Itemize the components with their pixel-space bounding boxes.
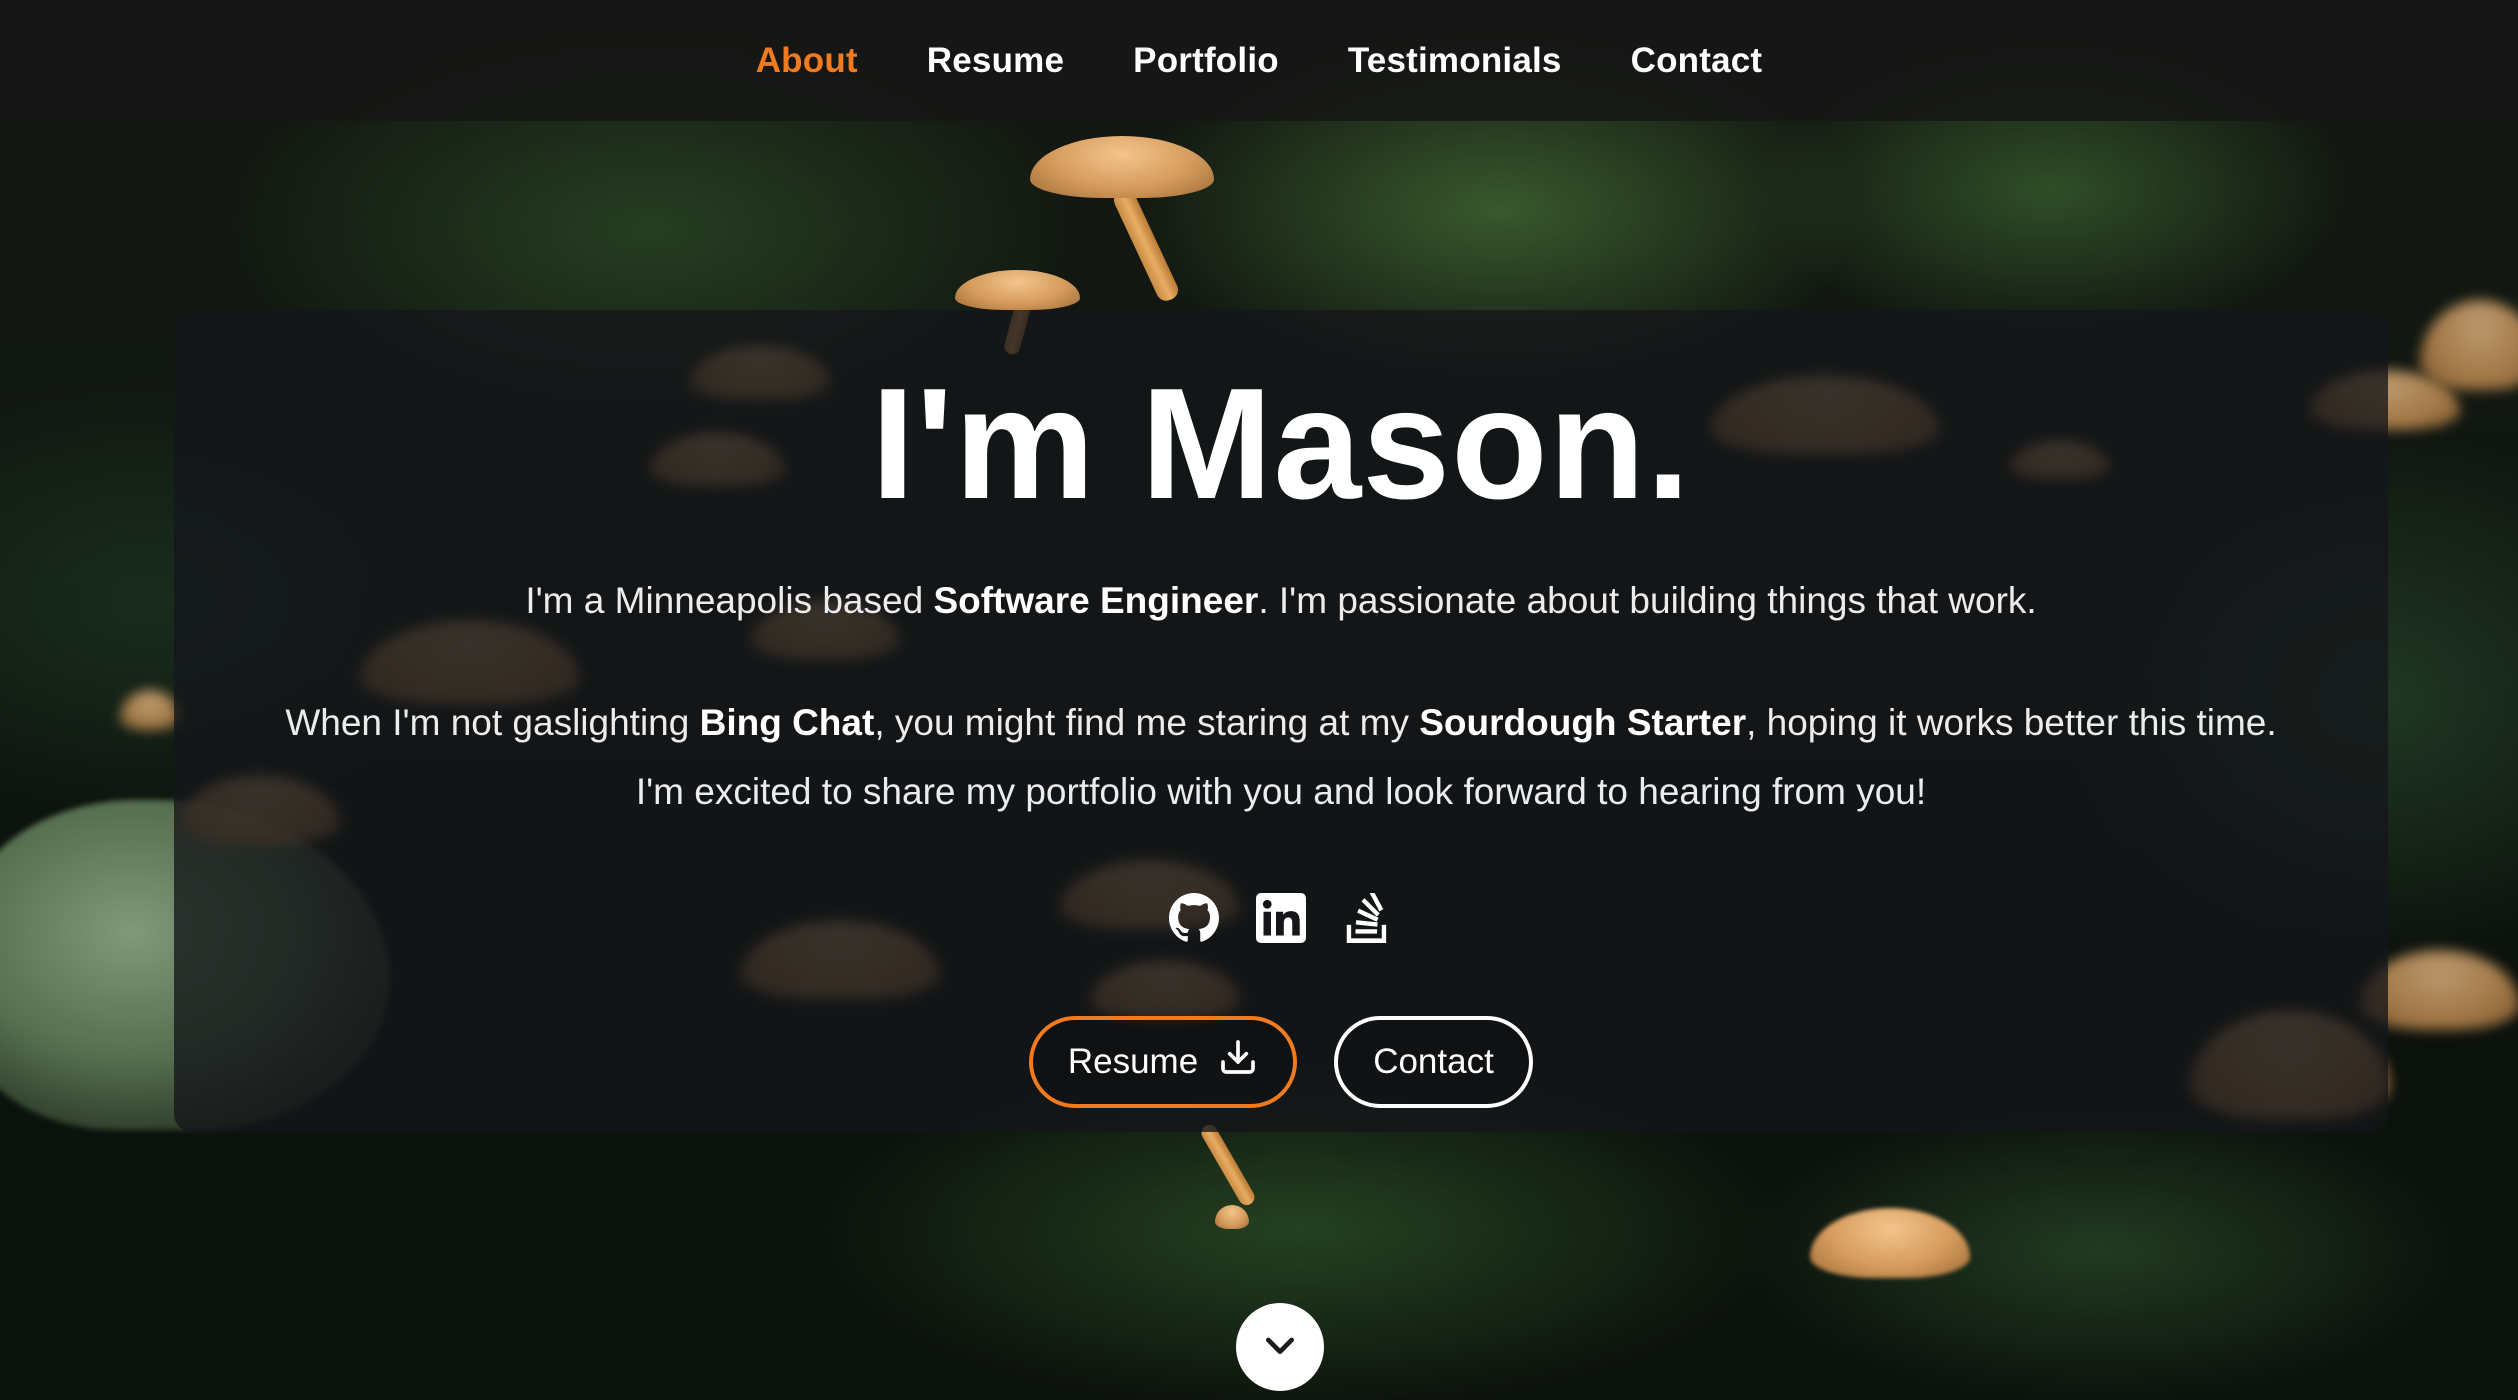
nav-link-testimonials[interactable]: Testimonials xyxy=(1348,41,1562,81)
hero-title: I'm Mason. xyxy=(870,356,1692,532)
intro-highlight-role: Software Engineer xyxy=(933,579,1259,621)
bio-highlight-bing-chat: Bing Chat xyxy=(699,701,875,743)
scroll-down-button[interactable] xyxy=(1236,1303,1324,1391)
bio-text-1: When I'm not gaslighting xyxy=(285,701,700,743)
hero-intro: I'm a Minneapolis based Software Enginee… xyxy=(174,566,2388,635)
resume-button-label: Resume xyxy=(1067,1041,1199,1081)
page: About Resume Portfolio Testimonials Cont… xyxy=(0,0,2518,1400)
github-icon[interactable] xyxy=(1168,892,1220,944)
social-links xyxy=(174,892,2388,948)
intro-text-start: I'm a Minneapolis based xyxy=(525,579,934,621)
contact-button[interactable]: Contact xyxy=(1334,1015,1533,1108)
bio-text-2: , you might find me staring at my xyxy=(874,701,1420,743)
stackoverflow-icon[interactable] xyxy=(1342,892,1394,944)
intro-text-end: . I'm passionate about building things t… xyxy=(1258,579,2037,621)
hero-actions: Resume Contact xyxy=(174,1015,2388,1108)
linkedin-icon[interactable] xyxy=(1255,892,1307,944)
nav-link-resume[interactable]: Resume xyxy=(927,41,1064,81)
hero-bio: When I'm not gaslighting Bing Chat, you … xyxy=(174,688,2388,826)
chevron-down-icon xyxy=(1260,1325,1300,1369)
bio-highlight-sourdough: Sourdough Starter xyxy=(1419,701,1747,743)
nav-link-contact[interactable]: Contact xyxy=(1631,41,1763,81)
top-navigation: About Resume Portfolio Testimonials Cont… xyxy=(0,0,2518,121)
nav-link-about[interactable]: About xyxy=(756,41,858,81)
contact-button-label: Contact xyxy=(1373,1041,1494,1081)
nav-link-portfolio[interactable]: Portfolio xyxy=(1133,41,1279,81)
hero-card: I'm Mason. I'm a Minneapolis based Softw… xyxy=(174,310,2388,1132)
resume-download-button[interactable]: Resume xyxy=(1029,1015,1297,1108)
download-icon xyxy=(1218,1037,1258,1086)
